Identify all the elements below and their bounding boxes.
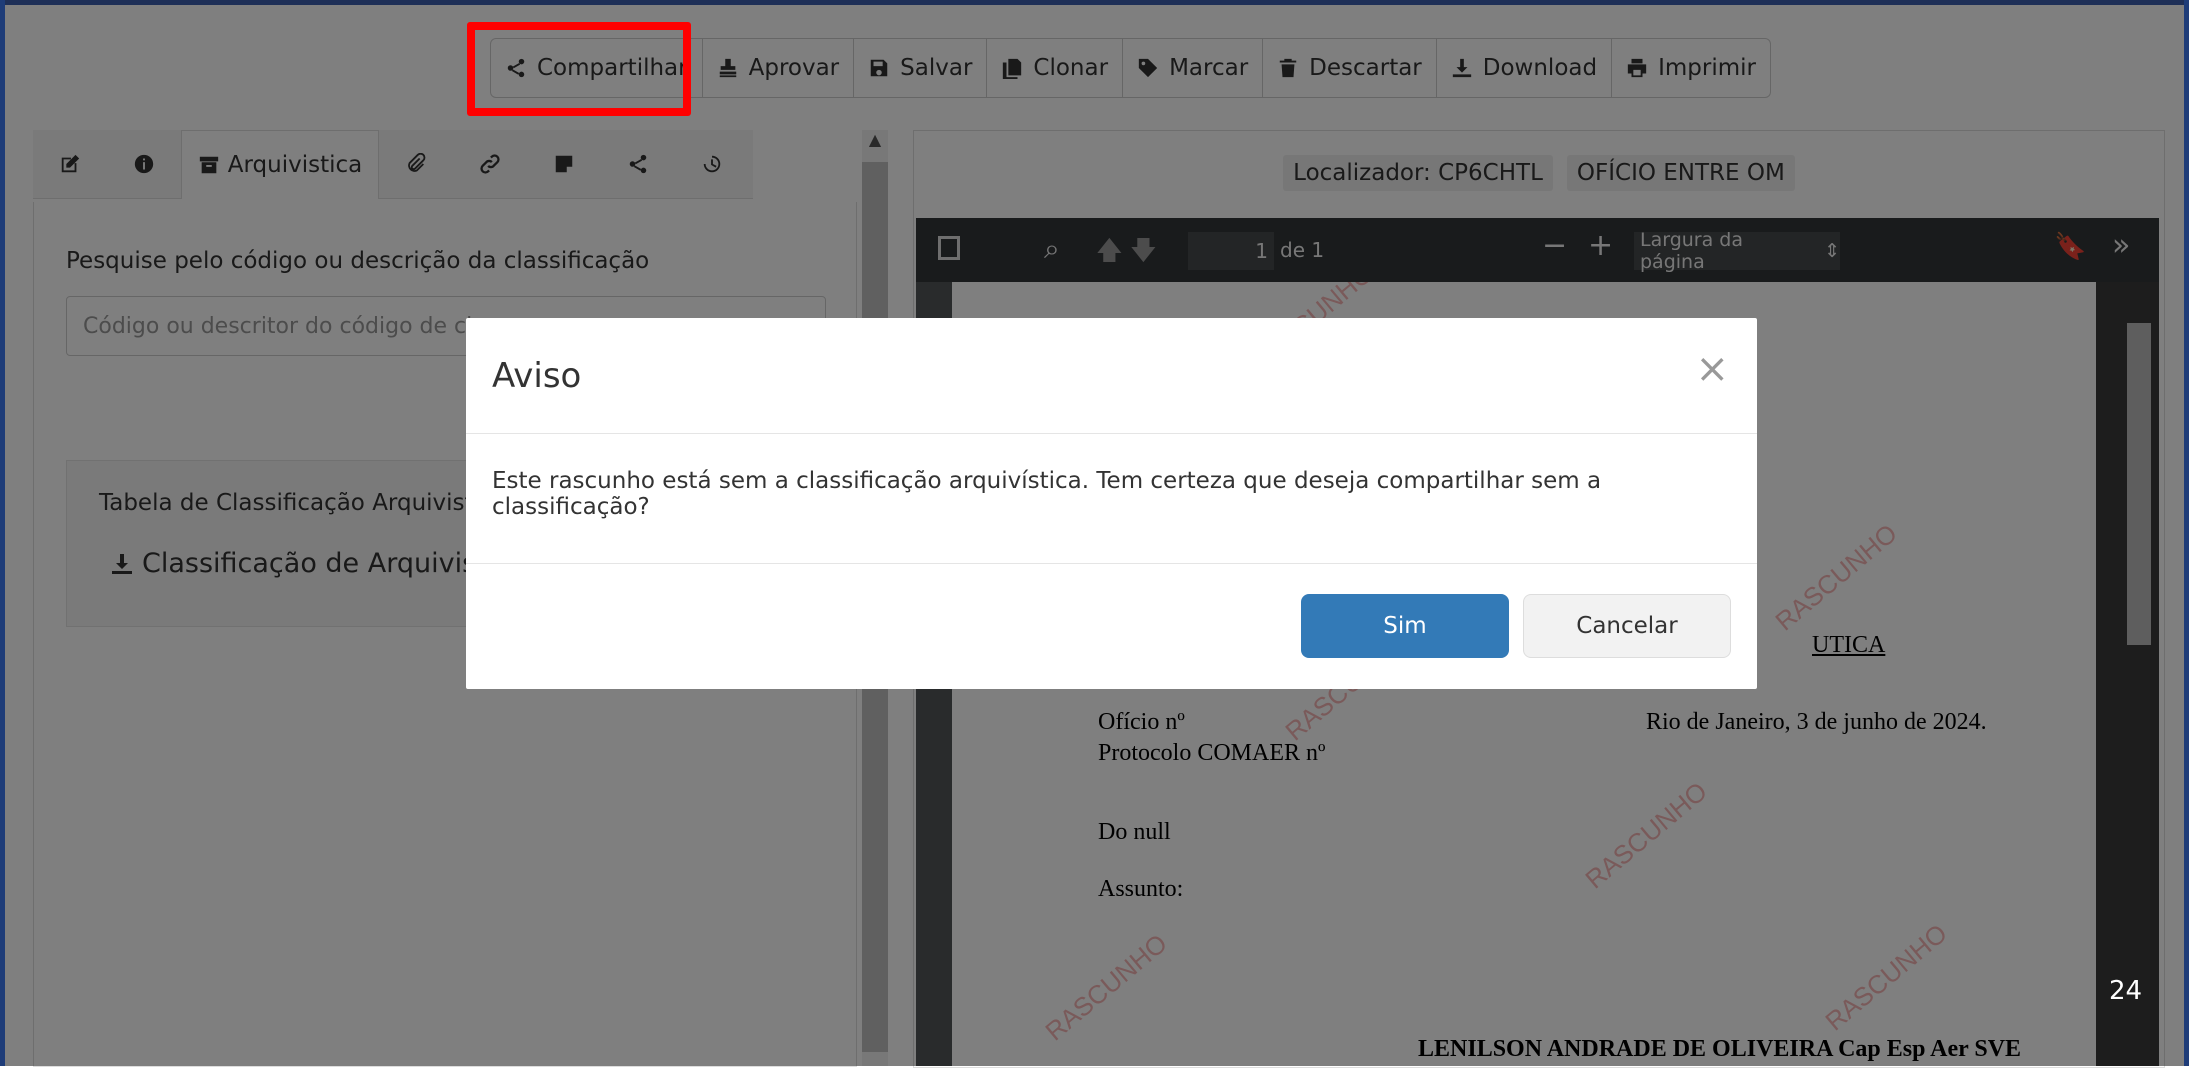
frame-right-border — [2184, 0, 2189, 1066]
slide-page-number: 24 — [2109, 976, 2143, 1006]
dialog-title: Aviso — [492, 356, 582, 396]
dialog-message: Este rascunho está sem a classificação a… — [492, 468, 1602, 520]
share-highlight-box — [467, 22, 691, 116]
cancel-button[interactable]: Cancelar — [1523, 594, 1731, 658]
dialog-header: Aviso × — [466, 318, 1757, 434]
dialog-footer: Sim Cancelar — [466, 563, 1757, 690]
confirm-button[interactable]: Sim — [1301, 594, 1509, 658]
warning-dialog: Aviso × Este rascunho está sem a classif… — [466, 318, 1757, 689]
close-icon[interactable]: × — [1695, 346, 1729, 392]
